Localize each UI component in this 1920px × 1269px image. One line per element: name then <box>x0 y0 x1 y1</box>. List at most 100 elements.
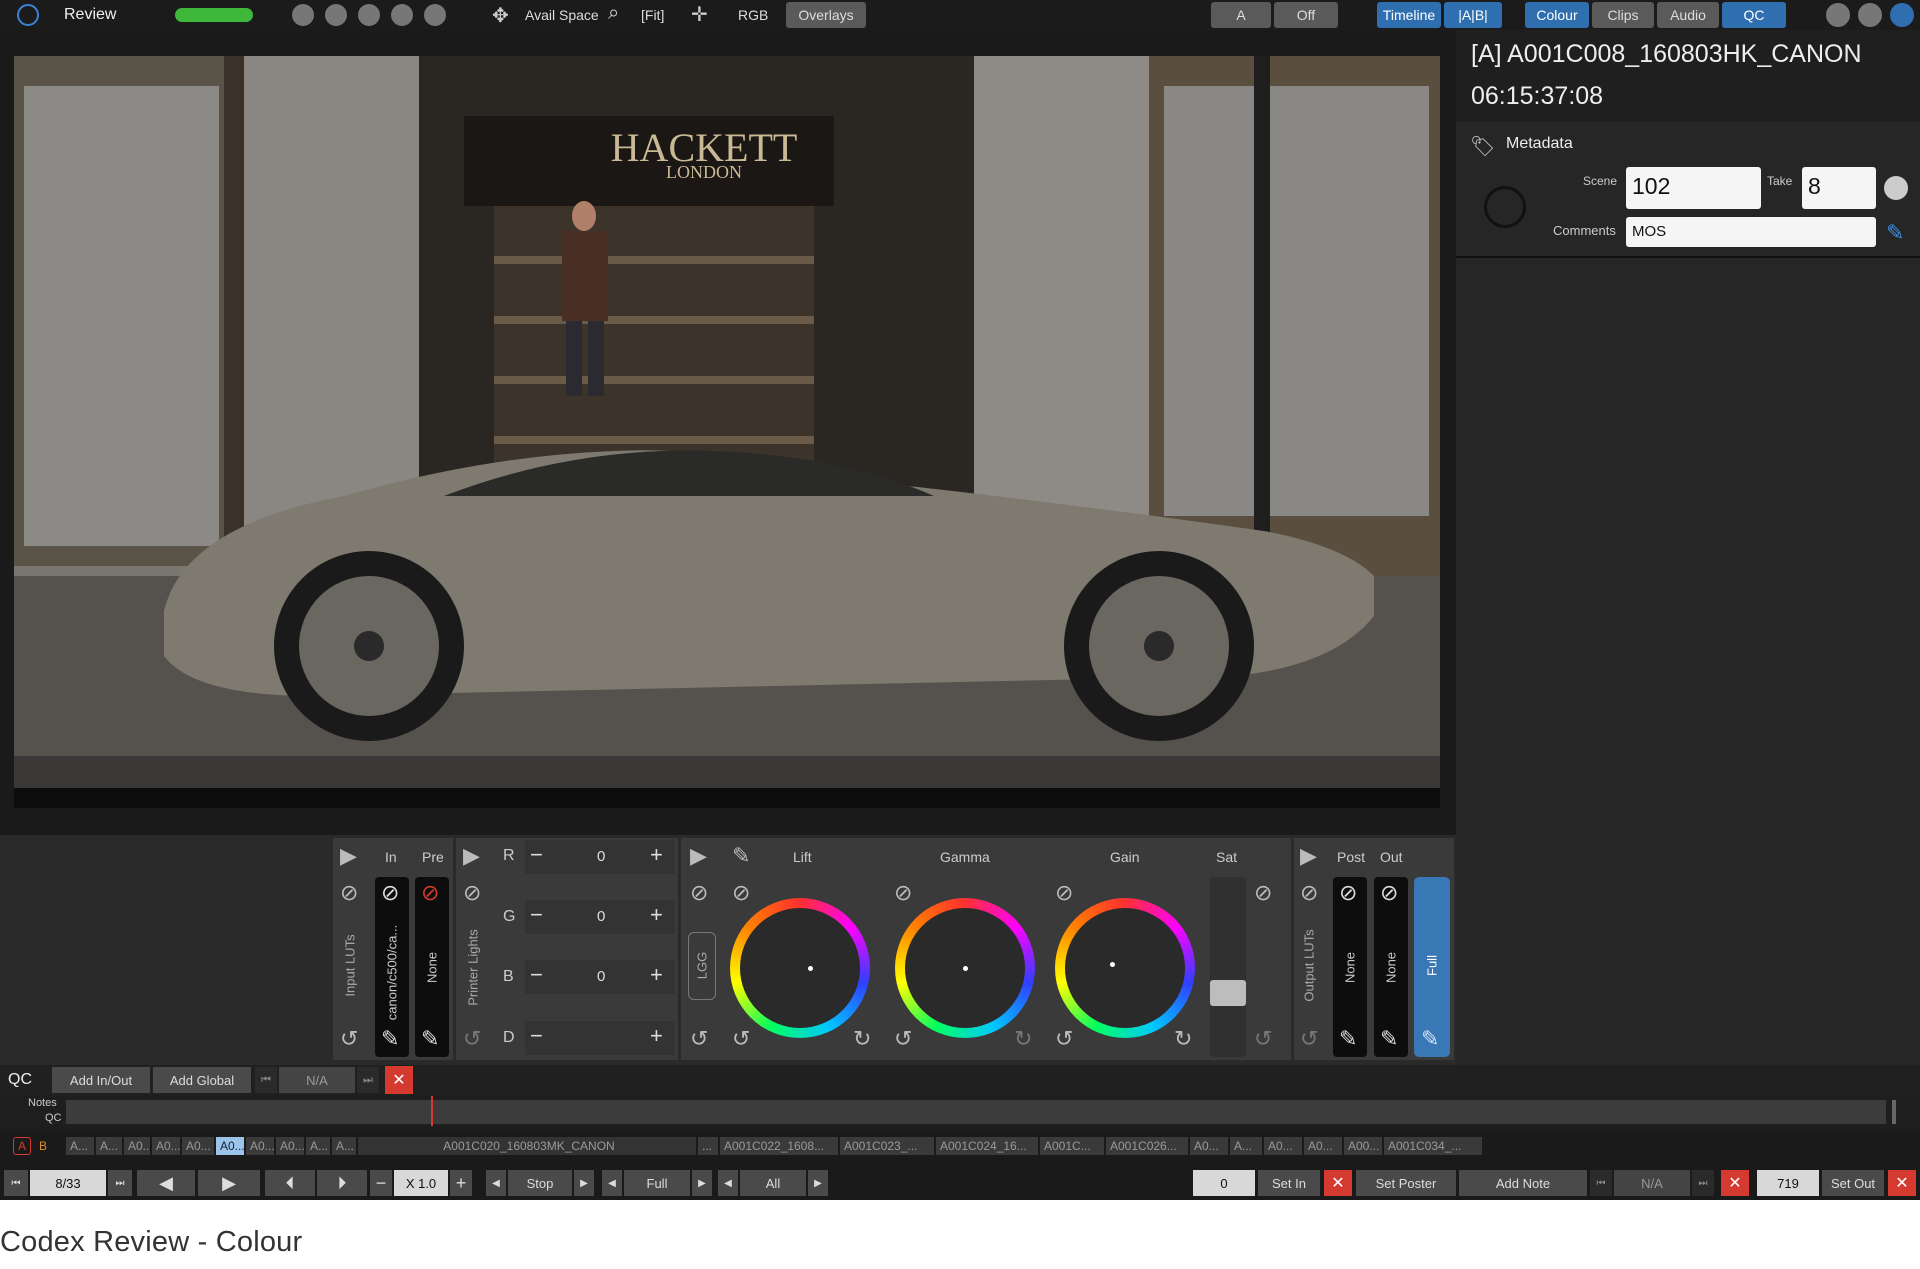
dashboard-icon[interactable] <box>1858 3 1882 27</box>
reset-icon[interactable]: ↺ <box>340 1028 358 1050</box>
clip-item[interactable]: A001C020_160803MK_CANON <box>358 1137 696 1155</box>
playhead-marker[interactable] <box>431 1096 433 1126</box>
first-clip-icon[interactable]: ⏮ <box>4 1170 28 1196</box>
play-icon[interactable]: ▶ <box>340 845 357 867</box>
set-poster-button[interactable]: Set Poster <box>1356 1170 1456 1196</box>
output-reset-icon[interactable]: ↺ <box>1300 1028 1318 1050</box>
gain-reset-left-icon[interactable]: ↺ <box>1055 1028 1073 1050</box>
clip-counter[interactable]: 8/33 <box>30 1170 106 1196</box>
clip-item[interactable]: A0... <box>124 1137 150 1155</box>
clear-note-button[interactable]: ✕ <box>1721 1170 1749 1196</box>
image-icon[interactable] <box>391 4 413 26</box>
stop-icon[interactable] <box>292 4 314 26</box>
tab-qc[interactable]: QC <box>1722 2 1786 28</box>
b-value[interactable]: 0 <box>597 968 605 985</box>
tab-colour[interactable]: Colour <box>1525 2 1589 28</box>
out-bypass-icon[interactable]: ⊘ <box>1380 882 1398 904</box>
b-minus-icon[interactable]: − <box>530 964 543 986</box>
move-icon[interactable]: ✥ <box>492 3 509 28</box>
scope-mode-field[interactable]: All <box>740 1170 806 1196</box>
sat-slider-handle[interactable] <box>1210 980 1246 1006</box>
note-na-field[interactable]: N/A <box>1614 1170 1690 1196</box>
clip-item[interactable]: A001C024_16... <box>936 1137 1038 1155</box>
lgg-play-icon[interactable]: ▶ <box>690 845 707 867</box>
clip-item[interactable]: A0... <box>216 1137 244 1155</box>
scope-prev-icon[interactable]: ◀ <box>718 1170 738 1196</box>
clip-item[interactable]: ... <box>698 1137 718 1155</box>
add-note-button[interactable]: Add Note <box>1459 1170 1587 1196</box>
colour-picker-icon[interactable]: ✎ <box>732 845 750 867</box>
gain-bypass-icon[interactable]: ⊘ <box>1055 882 1073 904</box>
gamma-reset-left-icon[interactable]: ↺ <box>894 1028 912 1050</box>
add-global-button[interactable]: Add Global <box>153 1067 251 1093</box>
speed-field[interactable]: X 1.0 <box>394 1170 448 1196</box>
full-edit-icon[interactable]: ✎ <box>1421 1028 1439 1050</box>
clip-item[interactable]: A0... <box>182 1137 214 1155</box>
clip-item[interactable]: A0... <box>1264 1137 1302 1155</box>
take-field[interactable]: 8 <box>1802 167 1876 209</box>
clip-item[interactable]: A001C022_1608... <box>720 1137 838 1155</box>
pause-icon[interactable] <box>325 4 347 26</box>
timeline-button[interactable]: Timeline <box>1377 2 1441 28</box>
lift-bypass-icon[interactable]: ⊘ <box>732 882 750 904</box>
range-next-icon[interactable]: ▶ <box>692 1170 712 1196</box>
clip-item[interactable]: A... <box>96 1137 122 1155</box>
printer-play-icon[interactable]: ▶ <box>463 845 480 867</box>
sat-reset-icon[interactable]: ↺ <box>1254 1028 1272 1050</box>
d-minus-icon[interactable]: − <box>530 1025 543 1047</box>
input-lut-edit-icon[interactable]: ✎ <box>381 1028 399 1050</box>
bypass-icon[interactable]: ⊘ <box>340 882 358 904</box>
b-plus-icon[interactable]: + <box>650 964 663 986</box>
clip-item[interactable]: A... <box>66 1137 94 1155</box>
note-next-icon[interactable]: ⏭ <box>1692 1170 1714 1196</box>
gamma-bypass-icon[interactable]: ⊘ <box>894 882 912 904</box>
g-value[interactable]: 0 <box>597 908 605 925</box>
eject-icon[interactable] <box>1890 3 1914 27</box>
lift-reset-right-icon[interactable]: ↻ <box>853 1028 871 1050</box>
qc-close-button[interactable]: ✕ <box>385 1066 413 1094</box>
lgg-bypass-icon[interactable]: ⊘ <box>690 882 708 904</box>
g-minus-icon[interactable]: − <box>530 904 543 926</box>
g-plus-icon[interactable]: + <box>650 904 663 926</box>
clip-item[interactable]: A0... <box>276 1137 304 1155</box>
qc-prev-icon[interactable]: ⏮ <box>255 1067 277 1093</box>
clip-item[interactable]: A0... <box>1190 1137 1228 1155</box>
clip-item[interactable]: A... <box>306 1137 330 1155</box>
clip-item[interactable]: A001C026... <box>1106 1137 1188 1155</box>
output-play-icon[interactable]: ▶ <box>1300 845 1317 867</box>
app-logo-icon[interactable] <box>17 4 39 26</box>
edit-pencil-icon[interactable]: ✎ <box>1886 220 1904 246</box>
clip-item[interactable]: A001C034_... <box>1384 1137 1482 1155</box>
clear-out-button[interactable]: ✕ <box>1888 1170 1916 1196</box>
loop-prev-icon[interactable]: ◀ <box>486 1170 506 1196</box>
play-forward-icon[interactable]: ▶ <box>198 1170 260 1196</box>
printer-reset-icon[interactable]: ↺ <box>463 1028 481 1050</box>
clip-item[interactable]: A0... <box>152 1137 180 1155</box>
video-viewer[interactable]: HACKETT LONDON <box>14 56 1440 808</box>
track-b-label[interactable]: B <box>39 1139 47 1153</box>
notes-timeline[interactable] <box>66 1100 1886 1124</box>
overlays-button[interactable]: Overlays <box>786 2 866 28</box>
set-in-button[interactable]: Set In <box>1258 1170 1320 1196</box>
qc-na-field[interactable]: N/A <box>279 1067 355 1093</box>
output-bypass-icon[interactable]: ⊘ <box>1300 882 1318 904</box>
ab-button[interactable]: |A|B| <box>1444 2 1502 28</box>
range-prev-icon[interactable]: ◀ <box>602 1170 622 1196</box>
settings-icon[interactable] <box>1826 3 1850 27</box>
fit-label[interactable]: [Fit] <box>641 7 664 23</box>
clip-item[interactable]: A0... <box>1304 1137 1342 1155</box>
a-button[interactable]: A <box>1211 2 1271 28</box>
in-point-field[interactable]: 0 <box>1193 1170 1255 1196</box>
microphone-icon[interactable] <box>424 4 446 26</box>
out-point-field[interactable]: 719 <box>1757 1170 1819 1196</box>
columns-icon[interactable] <box>358 4 380 26</box>
tab-clips[interactable]: Clips <box>1592 2 1654 28</box>
add-in-out-button[interactable]: Add In/Out <box>52 1067 150 1093</box>
off-button[interactable]: Off <box>1274 2 1338 28</box>
lift-wheel[interactable] <box>730 898 870 1038</box>
lgg-reset-icon[interactable]: ↺ <box>690 1028 708 1050</box>
gain-reset-right-icon[interactable]: ↻ <box>1174 1028 1192 1050</box>
r-plus-icon[interactable]: + <box>650 844 663 866</box>
clip-item[interactable]: A... <box>1230 1137 1262 1155</box>
timeline-scroll-handle[interactable] <box>1892 1100 1896 1124</box>
